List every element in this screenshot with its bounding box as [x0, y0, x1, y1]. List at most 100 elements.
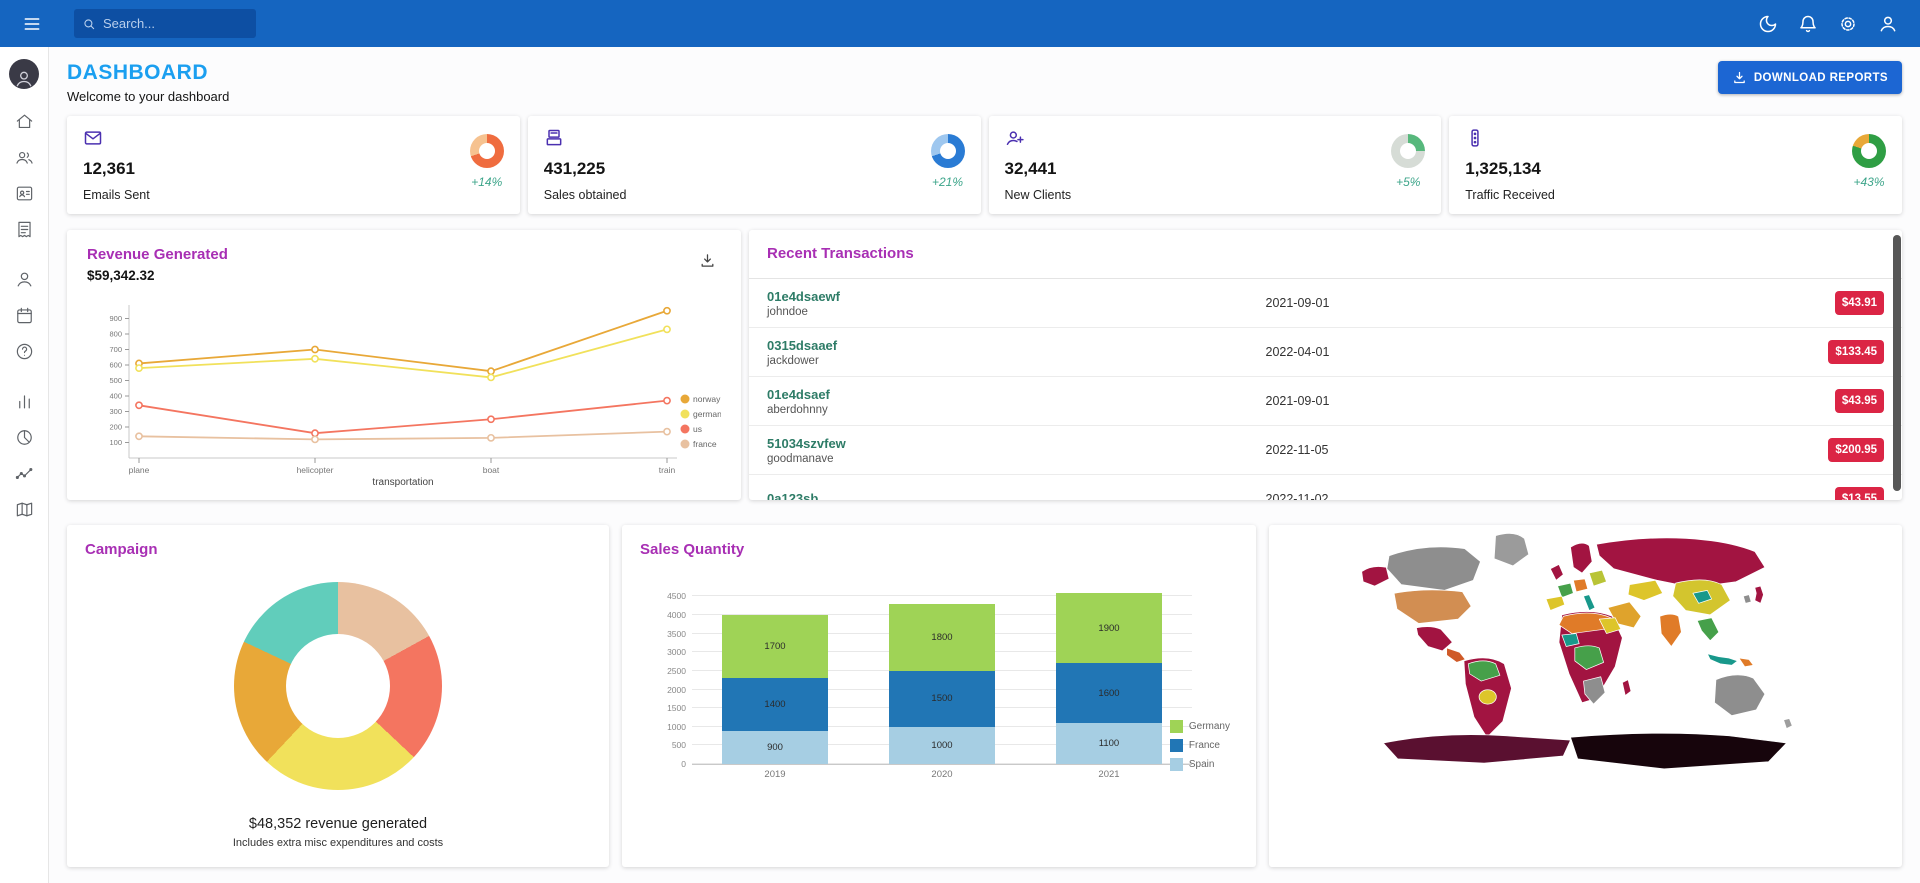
sidebar-item-team[interactable] [4, 139, 44, 175]
transaction-date: 2022-04-01 [1266, 345, 1765, 359]
download-reports-button[interactable]: DOWNLOAD REPORTS [1718, 61, 1902, 94]
stat-label: Sales obtained [544, 188, 627, 202]
bar-chart-icon [15, 392, 34, 411]
sidebar-item-geography[interactable] [4, 491, 44, 527]
stat-cards-row: 12,361 Emails Sent +14% 431,225 Sales ob… [67, 116, 1902, 214]
download-icon [1732, 70, 1747, 85]
transaction-row: 51034szvfew goodmanave 2022-11-05 $200.9… [749, 426, 1902, 475]
campaign-donut [234, 582, 442, 790]
topbar-actions [1752, 8, 1904, 40]
person-outline-icon [15, 270, 34, 289]
revenue-amount: $59,342.32 [87, 268, 228, 283]
progress-circle [1852, 134, 1886, 168]
transaction-date: 2022-11-05 [1266, 443, 1765, 457]
transaction-id: 51034szvfew [767, 436, 1266, 451]
stat-card-sales: 431,225 Sales obtained +21% [528, 116, 981, 214]
stat-card-emails: 12,361 Emails Sent +14% [67, 116, 520, 214]
transaction-amount: $200.95 [1828, 438, 1884, 462]
stat-label: New Clients [1005, 188, 1072, 202]
svg-text:helicopter: helicopter [297, 465, 334, 475]
main-content: DASHBOARD Welcome to your dashboard DOWN… [49, 47, 1920, 883]
progress-circle [931, 134, 965, 168]
sales-quantity-panel: Sales Quantity 0500100015002000250030003… [622, 525, 1256, 867]
download-icon [699, 252, 716, 269]
campaign-panel: Campaign $48,352 revenue generated Inclu… [67, 525, 609, 867]
transaction-amount: $133.45 [1828, 340, 1884, 364]
sidebar-item-profile-form[interactable] [4, 261, 44, 297]
transaction-id: 01e4dsaef [767, 387, 1266, 402]
svg-text:us: us [693, 424, 702, 434]
sales-legend: GermanyFranceSpain [1170, 720, 1230, 771]
transaction-date: 2021-09-01 [1266, 394, 1765, 408]
transaction-user: jackdower [767, 355, 1266, 367]
transaction-row: 01e4dsaef aberdohnny 2021-09-01 $43.95 [749, 377, 1902, 426]
notifications-button[interactable] [1792, 8, 1824, 40]
sidebar-item-invoices[interactable] [4, 211, 44, 247]
moon-icon [1758, 14, 1778, 34]
transaction-date: 2022-11-02 [1266, 492, 1765, 500]
svg-text:train: train [659, 465, 676, 475]
person-icon [1878, 14, 1898, 34]
revenue-title: Revenue Generated [87, 246, 228, 263]
avatar[interactable] [9, 59, 39, 89]
sidebar-item-bar-chart[interactable] [4, 383, 44, 419]
revenue-line-chart: 100200300400500600700800900planehelicopt… [87, 283, 721, 488]
campaign-title: Campaign [85, 541, 591, 558]
gear-icon [1838, 14, 1858, 34]
stat-delta: +43% [1853, 175, 1884, 189]
transaction-id: 0a123sb [767, 491, 1266, 501]
campaign-caption: $48,352 revenue generated [85, 816, 591, 832]
campaign-subcaption: Includes extra misc expenditures and cos… [85, 837, 591, 849]
help-icon [15, 342, 34, 361]
email-icon [83, 128, 103, 148]
sidebar-item-calendar[interactable] [4, 297, 44, 333]
svg-text:norway: norway [693, 394, 721, 404]
sidebar-item-line-chart[interactable] [4, 455, 44, 491]
sidebar-item-contacts[interactable] [4, 175, 44, 211]
transactions-panel: Recent Transactions 01e4dsaewf johndoe 2… [749, 230, 1902, 500]
transaction-row: 0a123sb 2022-11-02 $13.55 [749, 475, 1902, 500]
traffic-icon [1465, 128, 1485, 148]
bell-icon [1798, 14, 1818, 34]
sidebar-item-dashboard[interactable] [4, 103, 44, 139]
receipt-icon [15, 220, 34, 239]
search-icon [82, 16, 96, 32]
svg-text:400: 400 [109, 392, 122, 401]
search-input[interactable] [103, 16, 248, 31]
svg-text:500: 500 [109, 376, 122, 385]
person-add-icon [1005, 128, 1025, 148]
transaction-date: 2021-09-01 [1266, 296, 1765, 310]
stat-card-clients: 32,441 New Clients +5% [989, 116, 1442, 214]
world-map [1269, 525, 1902, 867]
calendar-icon [15, 306, 34, 325]
point-of-sale-icon [544, 128, 564, 148]
dark-mode-button[interactable] [1752, 8, 1784, 40]
page-subtitle: Welcome to your dashboard [67, 89, 229, 104]
transaction-id: 01e4dsaewf [767, 289, 1266, 304]
sales-bar-plot: 0500100015002000250030003500400045009001… [692, 590, 1192, 765]
sidebar-item-faq[interactable] [4, 333, 44, 369]
sidebar-item-pie-chart[interactable] [4, 419, 44, 455]
progress-circle [470, 134, 504, 168]
stat-card-traffic: 1,325,134 Traffic Received +43% [1449, 116, 1902, 214]
svg-text:300: 300 [109, 407, 122, 416]
search-bar[interactable] [74, 9, 256, 38]
line-chart-icon [15, 464, 34, 483]
profile-button[interactable] [1872, 8, 1904, 40]
svg-text:boat: boat [483, 465, 500, 475]
menu-button[interactable] [16, 8, 48, 40]
transaction-user: aberdohnny [767, 404, 1266, 416]
topbar [0, 0, 1920, 47]
svg-text:germany: germany [693, 409, 721, 419]
settings-button[interactable] [1832, 8, 1864, 40]
svg-text:100: 100 [109, 438, 122, 447]
stat-value: 32,441 [1005, 159, 1072, 179]
download-chart-button[interactable] [693, 246, 721, 274]
transaction-amount: $43.91 [1835, 291, 1884, 315]
stat-label: Emails Sent [83, 188, 150, 202]
stat-delta: +21% [932, 175, 963, 189]
stat-delta: +5% [1396, 175, 1420, 189]
transaction-user: goodmanave [767, 453, 1266, 465]
scrollbar-thumb[interactable] [1893, 235, 1901, 491]
geography-panel [1269, 525, 1902, 867]
